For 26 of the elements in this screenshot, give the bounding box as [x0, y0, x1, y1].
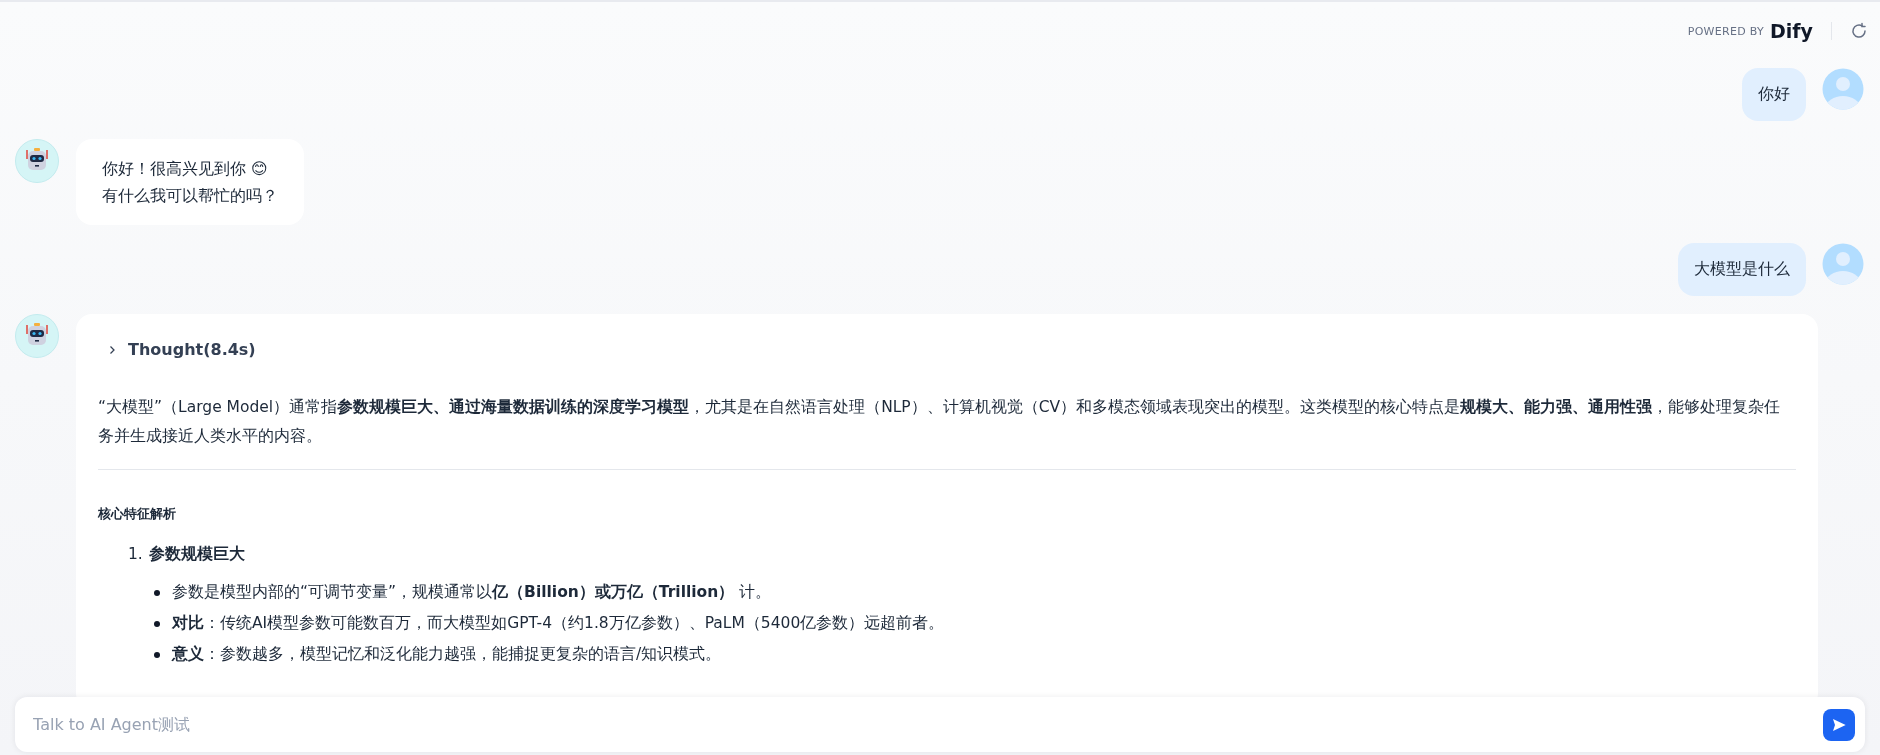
- list-title: 参数规模巨大: [148, 544, 245, 565]
- user-message: 大模型是什么: [1678, 243, 1806, 296]
- bullet-text: 参数是模型内部的“可调节变量”，规模通常以亿（Billion）或万亿（Trillion） 计。: [172, 582, 772, 603]
- bullet-icon: [154, 651, 160, 658]
- robot-avatar-icon: [15, 139, 59, 183]
- send-button[interactable]: [1823, 708, 1855, 741]
- send-icon: [1831, 716, 1847, 733]
- chat-input-box[interactable]: Talk to AI Agent测试: [15, 697, 1865, 752]
- thought-toggle[interactable]: Thought(8.4s): [98, 336, 264, 363]
- user-message: 你好: [1742, 68, 1806, 121]
- bullet-icon: [154, 620, 160, 627]
- refresh-icon[interactable]: [1850, 22, 1868, 40]
- bullet-text: 对比：传统AI模型参数可能数百万，而大模型如GPT-4（约1.8万亿参数）、PaLM（5400亿参数）远超前者。: [172, 613, 945, 634]
- answer-paragraph: “大模型”（Large Model）通常指参数规模巨大、通过海量数据训练的深度学习模型，尤其是在自然语言处理（NLP）、计算机视觉（CV）和多模态领域表现突出的模型。这类模型的核心特点是规模大、能力强、通用性强，能够处理复杂任务并生成接近人类水平的内容。: [98, 397, 1782, 447]
- section-heading: 核心特征解析: [98, 505, 177, 523]
- list-number: 1.: [128, 544, 143, 565]
- user-avatar-icon: [1822, 243, 1864, 285]
- brand-logo: Dify: [1770, 20, 1813, 42]
- message-text: 有什么我可以帮忙的吗？: [102, 185, 278, 207]
- bullet-icon: [154, 589, 160, 596]
- powered-by-label: POWERED BY: [1687, 24, 1765, 38]
- chat-input-field[interactable]: Talk to AI Agent测试: [31, 714, 1823, 735]
- user-avatar-icon: [1822, 68, 1864, 110]
- message-text: 你好！很高兴见到你 😊: [102, 158, 269, 180]
- bullet-text: 意义：参数越多，模型记忆和泛化能力越强，能捕捉更复杂的语言/知识模式。: [172, 644, 722, 665]
- robot-avatar-icon: [15, 314, 59, 358]
